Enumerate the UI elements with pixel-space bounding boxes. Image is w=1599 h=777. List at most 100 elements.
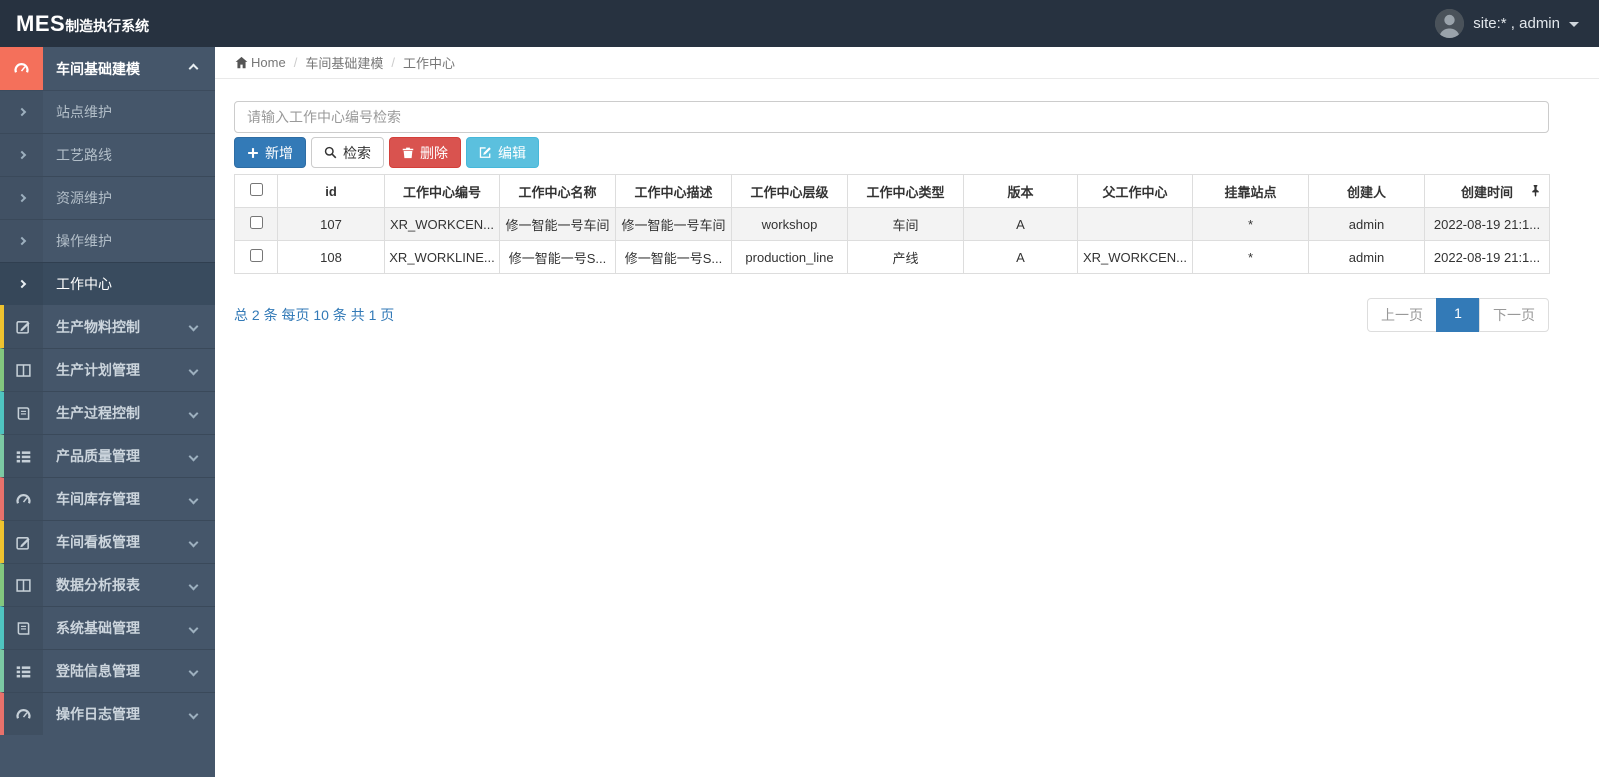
pin-icon[interactable] (1530, 184, 1541, 197)
main-panel: 新增 检索 删除 编辑 id 工作中心编号 工作中心名称 工作中心描述 工作中心层级 工作… (215, 79, 1599, 332)
prev-page-button[interactable]: 上一页 (1367, 298, 1437, 332)
chevron-right-icon (0, 177, 43, 219)
breadcrumb-item-module[interactable]: 车间基础建模 (305, 53, 383, 72)
chevron-down-icon (188, 666, 199, 676)
chevron-down-icon (188, 365, 199, 375)
breadcrumb-item-current: 工作中心 (402, 56, 455, 71)
sidebar-section[interactable]: 产品质量管理 (0, 434, 215, 477)
sidebar-section[interactable]: 数据分析报表 (0, 563, 215, 606)
column-header: 创建时间 (1424, 174, 1550, 208)
select-all-checkbox[interactable] (249, 183, 263, 196)
table-row[interactable]: 108 XR_WORKLINE... 修一智能一号S... 修一智能一号S... pro… (234, 240, 1550, 274)
page-1-button[interactable]: 1 (1436, 298, 1480, 332)
pager: 上一页 1 下一页 (1367, 298, 1549, 332)
content-area: Home / 车间基础建模 / 工作中心 新增 检索 删除 编辑 (215, 47, 1599, 332)
search-icon (324, 146, 337, 159)
chevron-right-icon (0, 263, 43, 305)
sidebar-section[interactable]: 生产过程控制 (0, 391, 215, 434)
pagination: 总 2 条 每页 10 条 共 1 页 上一页 1 下一页 (234, 298, 1549, 332)
sidebar-subitem-label: 资源维护 (56, 190, 112, 206)
table-cell: 产线 (847, 240, 964, 274)
toolbar: 新增 检索 删除 编辑 (234, 137, 1549, 168)
pagination-info: 总 2 条 每页 10 条 共 1 页 (234, 307, 395, 323)
column-header-label: 工作中心层级 (750, 184, 829, 200)
table-cell: * (1192, 240, 1309, 274)
row-select-cell (234, 240, 278, 274)
sidebar-section-label: 车间基础建模 (56, 60, 140, 77)
sidebar-submenu: 站点维护 工艺路线资源维护操作维护 工作中心 (0, 90, 215, 305)
table-cell: * (1192, 207, 1309, 241)
chevron-right-icon (0, 134, 43, 176)
column-header: 挂靠站点 (1192, 174, 1309, 208)
sidebar-section[interactable]: 生产物料控制 (0, 305, 215, 348)
row-checkbox[interactable] (249, 216, 263, 229)
sidebar-sections: 生产物料控制 生产计划管理生产过程控制 产品质量管理车间库存管理车间看板管理 数据分析… (0, 305, 215, 735)
row-checkbox[interactable] (249, 249, 263, 262)
column-header-label: 工作中心描述 (634, 184, 713, 200)
table-row[interactable]: 107 XR_WORKCEN... 修一智能一号车间 修一智能一号车间 workshop… (234, 207, 1550, 241)
table-cell: A (963, 207, 1078, 241)
sidebar-subitem[interactable]: 站点维护 (0, 90, 215, 133)
column-header: 父工作中心 (1077, 174, 1193, 208)
list-icon (4, 650, 43, 692)
sidebar-subitem[interactable]: 操作维护 (0, 219, 215, 262)
sidebar-section[interactable]: 生产计划管理 (0, 348, 215, 391)
sidebar-subitem[interactable]: 资源维护 (0, 176, 215, 219)
table-cell: production_line (731, 240, 848, 274)
app-logo-subtitle: 制造执行系统 (65, 17, 150, 34)
workcenter-table: id 工作中心编号 工作中心名称 工作中心描述 工作中心层级 工作中心类型 版本 父工作中心 挂… (234, 174, 1550, 274)
table-cell: XR_WORKLINE... (384, 240, 500, 274)
caret-down-icon (1569, 22, 1579, 27)
column-header: 工作中心名称 (499, 174, 616, 208)
sidebar-section[interactable]: 登陆信息管理 (0, 649, 215, 692)
gauge-icon (0, 47, 43, 90)
sidebar-section[interactable]: 操作日志管理 (0, 692, 215, 735)
chevron-down-icon (188, 623, 199, 633)
columns-icon (4, 564, 43, 606)
sidebar-subitem-active[interactable]: 工作中心 (0, 262, 215, 305)
edit-button[interactable]: 编辑 (466, 137, 539, 168)
search-input[interactable] (234, 101, 1549, 133)
pencil-square-icon (479, 147, 491, 158)
sidebar-section-label: 系统基础管理 (56, 620, 140, 636)
delete-button[interactable]: 删除 (389, 137, 461, 168)
search-button[interactable]: 检索 (311, 137, 384, 168)
gauge-icon (4, 478, 43, 520)
column-header: 工作中心类型 (847, 174, 964, 208)
column-header: 工作中心描述 (615, 174, 732, 208)
plus-icon (248, 147, 258, 158)
sidebar-section[interactable]: 车间看板管理 (0, 520, 215, 563)
topbar: MES制造执行系统 site:* , admin (0, 0, 1599, 47)
column-header-label: 创建人 (1346, 184, 1386, 200)
table-cell: 108 (277, 240, 385, 274)
app-logo: MES制造执行系统 (0, 11, 215, 37)
column-header: 版本 (963, 174, 1078, 208)
table-cell: 修一智能一号车间 (615, 207, 732, 241)
user-menu[interactable]: site:* , admin (1435, 9, 1579, 38)
sidebar-section-label: 生产物料控制 (56, 318, 140, 335)
user-avatar (1435, 9, 1465, 38)
chevron-down-icon (188, 321, 199, 332)
chevron-down-icon (188, 537, 199, 547)
pencil-square-icon (4, 305, 43, 348)
next-page-button[interactable]: 下一页 (1479, 298, 1549, 332)
sidebar-subitem[interactable]: 工艺路线 (0, 133, 215, 176)
table-cell: admin (1308, 240, 1425, 274)
add-button[interactable]: 新增 (234, 137, 306, 168)
column-header: 工作中心层级 (731, 174, 848, 208)
book-icon (4, 392, 43, 434)
sidebar-section[interactable]: 车间库存管理 (0, 477, 215, 520)
column-header-label: id (325, 183, 337, 199)
column-header: 工作中心编号 (384, 174, 500, 208)
breadcrumb-home-link[interactable]: Home (235, 55, 286, 70)
chevron-down-icon (188, 709, 199, 719)
sidebar-section-label: 生产计划管理 (56, 362, 140, 378)
sidebar: 车间基础建模 站点维护 工艺路线资源维护操作维护 工作中心 生产物料控制 生产计划管理… (0, 47, 215, 777)
sidebar-section-label: 车间库存管理 (56, 491, 140, 507)
sidebar-section-label: 操作日志管理 (56, 706, 140, 722)
table-cell: 2022-08-19 21:1... (1424, 207, 1550, 241)
sidebar-section[interactable]: 系统基础管理 (0, 606, 215, 649)
chevron-down-icon (188, 494, 199, 504)
sidebar-section-workshop-modeling[interactable]: 车间基础建模 (0, 47, 215, 90)
chevron-down-icon (188, 451, 199, 461)
